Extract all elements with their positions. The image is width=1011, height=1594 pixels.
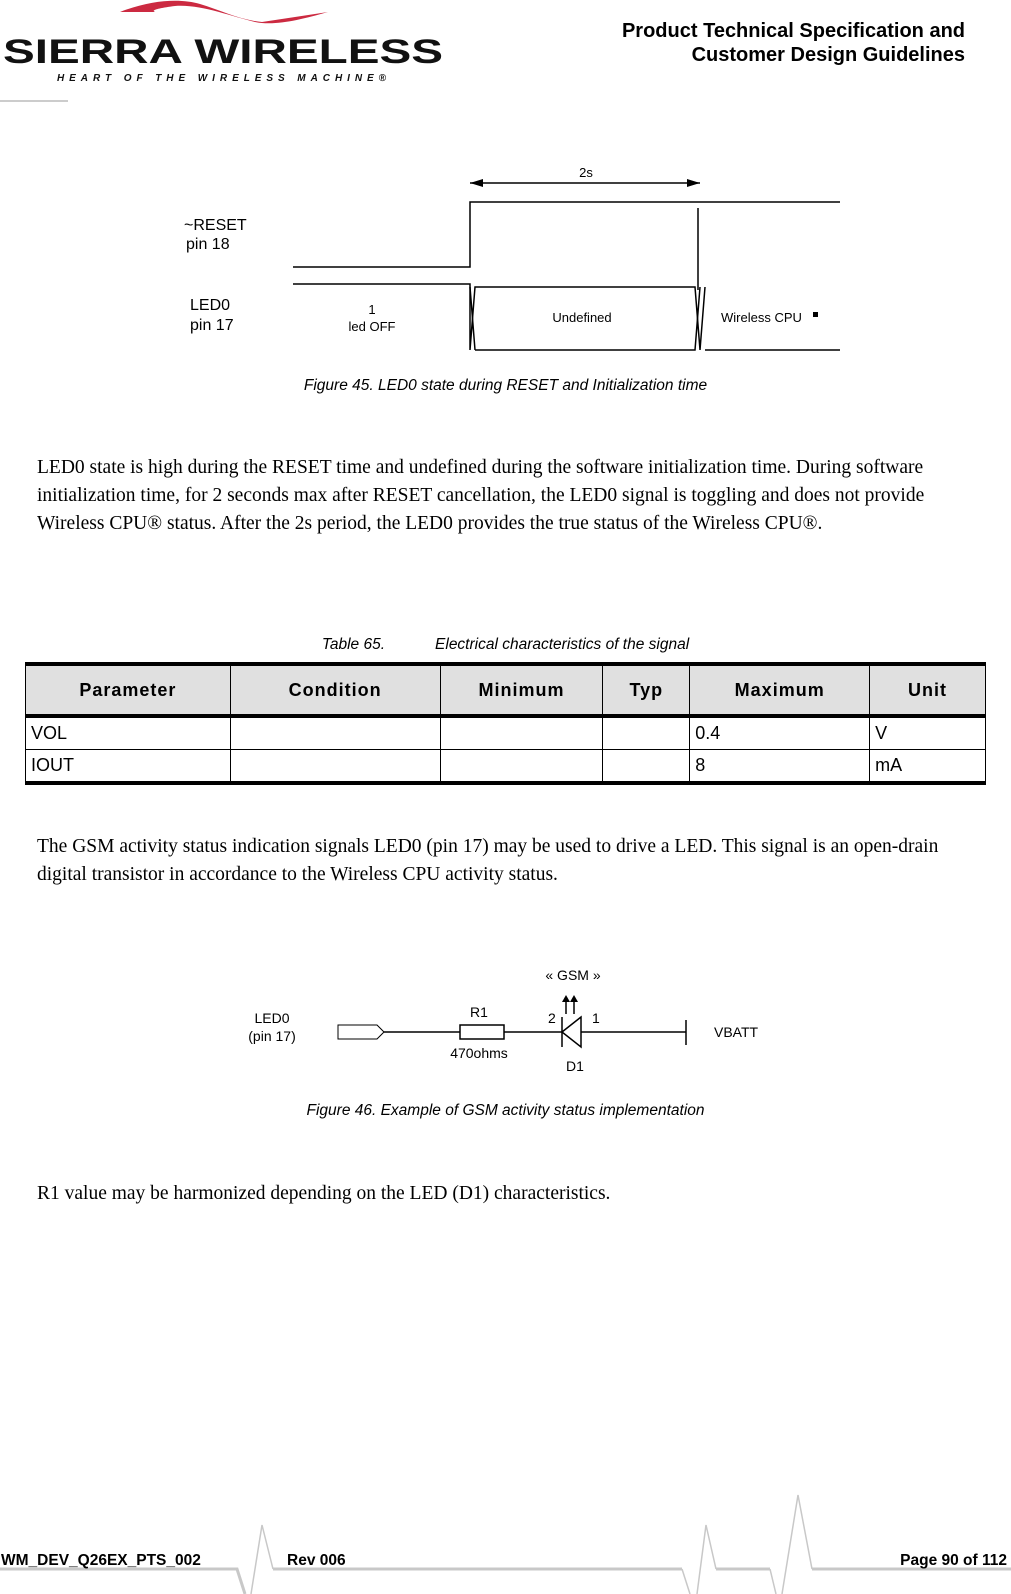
table-65-caption: Table 65. Electrical characteristics of t… bbox=[0, 636, 1011, 654]
header-condition: Condition bbox=[229, 662, 441, 718]
table-header-row: Parameter Condition Minimum Typ Maximum … bbox=[25, 662, 986, 718]
state-wireless-cpu-label: Wireless CPU bbox=[721, 310, 802, 325]
connector-port bbox=[337, 1024, 385, 1040]
cell-typ bbox=[602, 715, 691, 750]
cell-maximum: 8 bbox=[689, 749, 871, 785]
cell-condition bbox=[229, 749, 441, 785]
resistor-r1 bbox=[459, 1024, 505, 1040]
state-1-label: led OFF bbox=[349, 319, 396, 334]
document-title: Product Technical Specification and Cust… bbox=[622, 19, 965, 67]
title-line-1: Product Technical Specification and bbox=[621, 20, 965, 42]
reset-label: ~RESET bbox=[184, 217, 247, 234]
led0-pin-label: pin 17 bbox=[190, 317, 234, 334]
circuit-pin-label: (pin 17) bbox=[248, 1028, 295, 1044]
circuit-led0-label: LED0 bbox=[254, 1010, 289, 1026]
diode-pin-1: 1 bbox=[592, 1010, 600, 1026]
led0-label: LED0 bbox=[190, 297, 230, 314]
cell-parameter: VOL bbox=[25, 715, 231, 750]
table-row: IOUT 8 mA bbox=[25, 749, 986, 785]
sierra-wireless-logo: SIERRA WIRELESS HEART OF THE WIRELESS MA… bbox=[0, 0, 450, 105]
header-typ: Typ bbox=[602, 662, 691, 718]
header-maximum: Maximum bbox=[689, 662, 871, 718]
light-emission-arrows-icon bbox=[565, 1000, 575, 1014]
arrow-left-icon bbox=[470, 179, 483, 187]
table-number: Table 65. bbox=[321, 636, 386, 653]
duration-label: 2s bbox=[579, 165, 593, 180]
title-line-2: Customer Design Guidelines bbox=[691, 44, 965, 66]
footer-page-number: Page 90 of 112 bbox=[900, 1552, 1007, 1569]
cell-minimum bbox=[439, 749, 604, 785]
cell-typ bbox=[602, 749, 691, 785]
diode-pin-2: 2 bbox=[548, 1010, 556, 1026]
reset-pin-label: pin 18 bbox=[186, 236, 230, 253]
figure-45-caption: Figure 45. LED0 state during RESET and I… bbox=[303, 377, 708, 394]
footer-revision: Rev 006 bbox=[287, 1552, 346, 1569]
footer-decoration bbox=[0, 1494, 1011, 1594]
led-circuit-diagram: LED0 (pin 17) R1 470ohms 2 1 « GSM » D1 … bbox=[248, 967, 759, 1074]
cell-parameter: IOUT bbox=[25, 749, 231, 785]
cell-unit: mA bbox=[869, 749, 986, 785]
arrow-right-icon bbox=[687, 179, 700, 187]
figure-46-caption: Figure 46. Example of GSM activity statu… bbox=[306, 1102, 705, 1119]
resistor-name: R1 bbox=[470, 1004, 488, 1020]
header-minimum: Minimum bbox=[439, 662, 604, 718]
electrical-characteristics-table: Parameter Condition Minimum Typ Maximum … bbox=[25, 662, 986, 785]
state-1-value: 1 bbox=[368, 302, 375, 317]
reset-signal bbox=[293, 201, 840, 268]
table-title: Electrical characteristics of the signal bbox=[435, 636, 690, 653]
gsm-label: « GSM » bbox=[545, 967, 600, 983]
cell-minimum bbox=[439, 715, 604, 750]
cell-condition bbox=[229, 715, 441, 750]
table-row: VOL 0.4 V bbox=[25, 715, 986, 750]
paragraph-r1-value: R1 value may be harmonized depending on … bbox=[37, 1183, 611, 1204]
paragraph-led0-state: LED0 state is high during the RESET time… bbox=[37, 457, 925, 534]
header-parameter: Parameter bbox=[25, 662, 231, 718]
svg-text:HEART OF THE WIRELESS MACHINE®: HEART OF THE WIRELESS MACHINE® bbox=[57, 73, 392, 84]
timing-diagram: 2s ~RESET pin 18 LED0 pin 17 1 led OFF U… bbox=[184, 165, 840, 351]
resistor-value: 470ohms bbox=[450, 1045, 508, 1061]
svg-text:SIERRA WIRELESS: SIERRA WIRELESS bbox=[3, 33, 443, 71]
cell-maximum: 0.4 bbox=[689, 715, 871, 750]
led0-signal-low bbox=[293, 283, 706, 351]
header-unit: Unit bbox=[869, 662, 986, 718]
diode-name: D1 bbox=[566, 1058, 584, 1074]
paragraph-gsm-activity: The GSM activity status indication signa… bbox=[37, 836, 939, 885]
diode-d1 bbox=[560, 1015, 582, 1049]
state-undefined-label: Undefined bbox=[552, 310, 611, 325]
cell-unit: V bbox=[869, 715, 986, 750]
footer-doc-id: WM_DEV_Q26EX_PTS_002 bbox=[1, 1552, 201, 1569]
vbatt-label: VBATT bbox=[714, 1024, 759, 1040]
